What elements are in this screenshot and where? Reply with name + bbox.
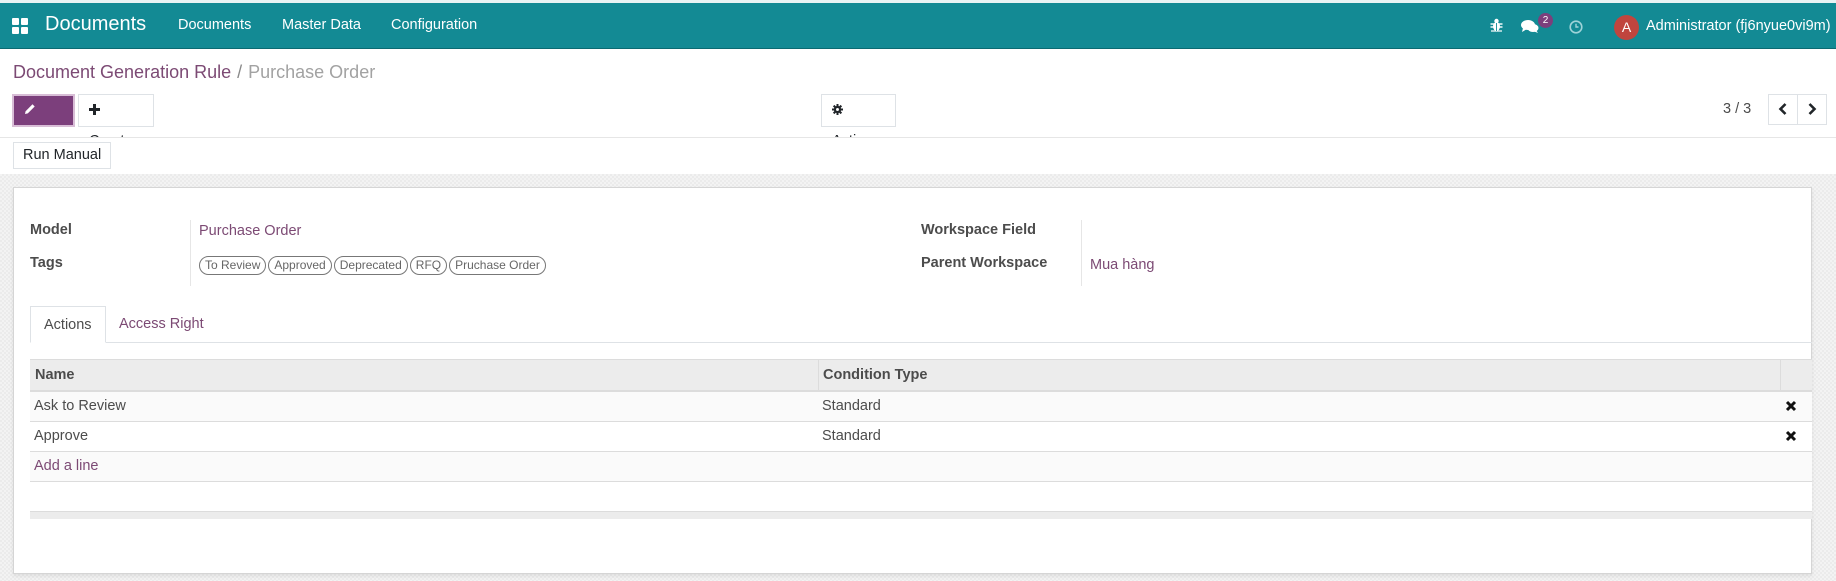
delete-row-icon[interactable] [1784,398,1798,414]
field-separator [190,220,191,286]
tag[interactable]: Deprecated [333,256,408,275]
chat-icon[interactable] [1521,19,1539,34]
pencil-icon [25,104,35,114]
table-empty-row [30,482,1812,512]
table-footer [30,512,1812,519]
tab-actions[interactable]: Actions [30,306,106,343]
cell-name[interactable]: Approve [30,422,88,451]
bug-icon[interactable] [1490,18,1503,32]
menu-configuration[interactable]: Configuration [391,17,477,33]
tag[interactable]: Approved [268,256,332,275]
create-button[interactable]: Create [78,94,154,149]
cell-condition-type[interactable]: Standard [818,392,881,421]
user-menu[interactable]: Administrator (fj6nyue0vi9m) [1646,18,1831,34]
breadcrumb-separator: / [237,62,243,82]
run-manual-button[interactable]: Run Manual [13,142,112,169]
action-button[interactable]: Action [821,94,896,149]
tag[interactable]: RFQ [409,256,448,275]
model-label: Model [30,222,72,238]
tabs-divider [30,342,1812,343]
gear-icon [832,104,843,115]
tag[interactable]: To Review [199,256,267,275]
messages-badge: 2 [1538,13,1553,28]
tag[interactable]: Pruchase Order [449,256,546,275]
field-separator [1081,220,1082,286]
column-header-name[interactable]: Name [30,360,75,391]
add-line-row: Add a line [30,452,1812,482]
pager-previous-button[interactable] [1768,94,1798,125]
pager-next-button[interactable] [1797,94,1827,125]
chevron-left-icon [1778,103,1787,115]
cell-name[interactable]: Ask to Review [30,392,126,421]
plus-icon [89,104,100,115]
model-value[interactable]: Purchase Order [199,223,301,239]
column-divider [1780,360,1781,390]
header-buttons-bar [0,138,1836,174]
tab-access-right[interactable]: Access Right [106,306,217,343]
breadcrumb-parent[interactable]: Document Generation Rule [13,62,231,82]
parent-workspace-label: Parent Workspace [921,255,1048,271]
delete-row-icon[interactable] [1784,428,1798,444]
menu-master-data[interactable]: Master Data [282,17,361,33]
table-row[interactable]: Ask to Review Standard [30,392,1812,422]
table-header: Name Condition Type [30,359,1812,392]
clock-icon[interactable] [1569,20,1583,34]
app-brand[interactable]: Documents [45,13,146,36]
actions-table: Name Condition Type Ask to Review Standa… [30,359,1812,519]
top-navbar: Documents Documents Master Data Configur… [0,0,1836,49]
user-avatar[interactable]: A [1614,15,1639,40]
cell-condition-type[interactable]: Standard [818,422,881,451]
parent-workspace-value[interactable]: Mua hàng [1090,257,1155,273]
edit-button[interactable]: Edit [12,94,75,147]
menu-documents[interactable]: Documents [178,17,251,33]
apps-grid-icon[interactable] [12,18,28,34]
table-row[interactable]: Approve Standard [30,422,1812,452]
chevron-right-icon [1808,103,1817,115]
column-header-condition-type[interactable]: Condition Type [818,360,927,391]
tags-label: Tags [30,255,63,271]
workspace-field-label: Workspace Field [921,222,1036,238]
tags-list: To Review Approved Deprecated RFQ Prucha… [199,256,546,275]
breadcrumb-current: Purchase Order [248,62,376,82]
breadcrumb: Document Generation Rule / Purchase Order [13,62,375,83]
pager-value: 3 / 3 [1723,101,1752,117]
add-line-link[interactable]: Add a line [30,452,99,481]
